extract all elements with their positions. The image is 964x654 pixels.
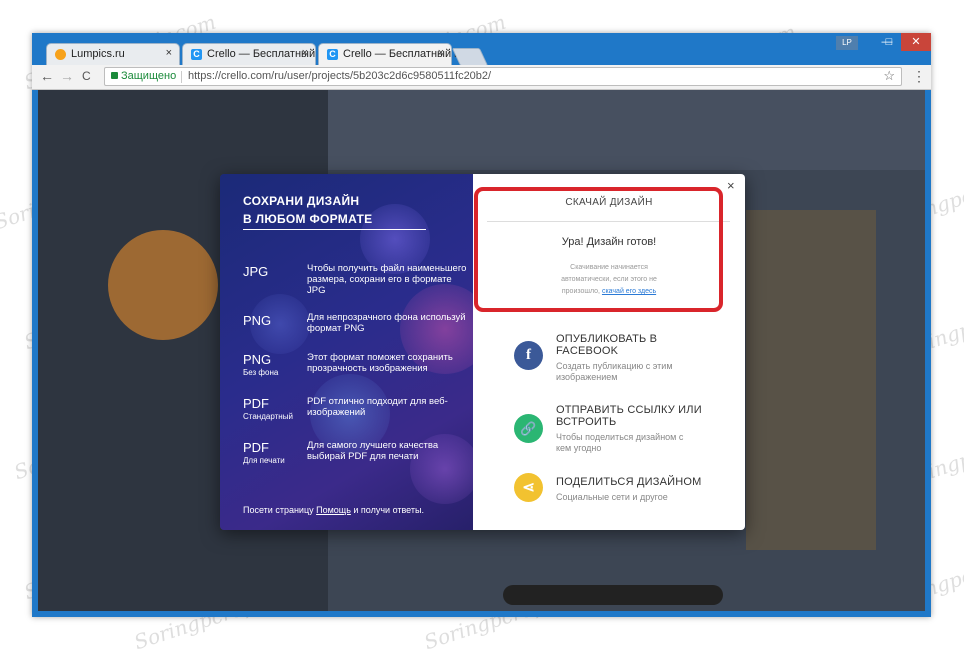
- format-subtitle: Стандартный: [243, 412, 293, 421]
- highlight-frame: [474, 187, 723, 312]
- heading-line: В ЛЮБОМ ФОРМАТЕ: [243, 212, 373, 226]
- share-design-button[interactable]: ПОДЕЛИТЬСЯ ДИЗАЙНОМ: [556, 476, 701, 488]
- subtitle-line: Создать публикацию с этим: [556, 361, 673, 371]
- editor-header: [328, 90, 925, 170]
- format-name: PNG: [243, 352, 272, 367]
- tab-strip: Lumpics.ru × C Crello — Бесплатный ин × …: [32, 33, 931, 66]
- format-description: Для непрозрачного фона используй формат …: [307, 312, 466, 334]
- format-name: PDF: [243, 440, 269, 455]
- format-description: Для самого лучшего качества выбирай PDF …: [307, 440, 439, 462]
- share-icon[interactable]: ⋖: [514, 473, 543, 502]
- action-title-line: ПОДЕЛИТЬСЯ ДИЗАЙНОМ: [556, 476, 702, 488]
- lock-icon: [111, 72, 118, 79]
- new-tab-button[interactable]: [451, 48, 489, 66]
- footer-text: и получи ответы.: [350, 505, 424, 515]
- subtitle-line: Чтобы поделиться дизайном с: [556, 432, 684, 442]
- format-png[interactable]: PNG: [243, 313, 271, 328]
- tab-lumpics[interactable]: Lumpics.ru ×: [46, 43, 180, 65]
- lumpics-favicon-icon: [55, 49, 66, 60]
- background-image: [746, 210, 876, 550]
- tab-crello-2[interactable]: C Crello — Бесплатный ин ×: [318, 43, 461, 65]
- heading-underline: [243, 229, 426, 230]
- format-subtitle: Без фона: [243, 368, 279, 377]
- format-subtitle: Для печати: [243, 456, 285, 465]
- url-text[interactable]: https://crello.com/ru/user/projects/5b20…: [188, 70, 491, 82]
- action-subtitle: Социальные сети и другое: [556, 492, 668, 503]
- tab-close-icon[interactable]: ×: [302, 47, 308, 59]
- crello-favicon-icon: C: [191, 49, 202, 60]
- tab-close-icon[interactable]: ×: [166, 47, 172, 59]
- crello-favicon-icon: C: [327, 49, 338, 60]
- window-close-icon[interactable]: ✕: [901, 33, 931, 51]
- format-png-transparent[interactable]: PNG Без фона: [243, 352, 278, 377]
- footer-text: Посети страницу: [243, 505, 317, 515]
- format-name: JPG: [243, 264, 269, 279]
- action-title-line: ОПУБЛИКОВАТЬ В: [556, 333, 658, 345]
- format-pdf-print[interactable]: PDF Для печати: [243, 440, 285, 465]
- divider: [181, 71, 182, 83]
- help-footer: Посети страницу Помощь и получи ответы.: [243, 505, 424, 515]
- publish-facebook-button[interactable]: ОПУБЛИКОВАТЬ В FACEBOOK: [556, 333, 657, 357]
- browser-toolbar: ← → C Защищено https://crello.com/ru/use…: [32, 65, 931, 90]
- subtitle-line: Социальные сети и другое: [556, 492, 668, 502]
- send-link-button[interactable]: ОТПРАВИТЬ ССЫЛКУ ИЛИ ВСТРОИТЬ: [556, 404, 702, 428]
- format-jpg[interactable]: JPG: [243, 264, 268, 279]
- heading-line: СОХРАНИ ДИЗАЙН: [243, 194, 360, 208]
- back-arrow-icon[interactable]: ←: [40, 68, 54, 84]
- format-description: PDF отлично подходит для веб-изображений: [307, 396, 448, 418]
- link-icon[interactable]: 🔗: [514, 414, 543, 443]
- secure-label: Защищено: [121, 70, 177, 82]
- profile-badge[interactable]: LP: [836, 36, 858, 50]
- format-description: Чтобы получить файл наименьшего размера,…: [307, 263, 467, 296]
- action-title-line: ОТПРАВИТЬ ССЫЛКУ ИЛИ: [556, 404, 702, 416]
- subtitle-line: изображением: [556, 372, 618, 382]
- reload-icon[interactable]: C: [82, 69, 91, 83]
- formats-heading: СОХРАНИ ДИЗАЙН В ЛЮБОМ ФОРМАТЕ: [243, 192, 372, 228]
- format-description: Этот формат поможет сохранить прозрачнос…: [307, 352, 453, 374]
- action-title-line: FACEBOOK: [556, 345, 619, 357]
- subtitle-line: кем угодно: [556, 443, 602, 453]
- tab-crello-1[interactable]: C Crello — Бесплатный ин ×: [182, 43, 325, 65]
- facebook-icon[interactable]: f: [514, 341, 543, 370]
- action-subtitle: Создать публикацию с этим изображением: [556, 361, 673, 383]
- format-name: PNG: [243, 313, 272, 328]
- background-graphic: [108, 230, 218, 340]
- action-title-line: ВСТРОИТЬ: [556, 416, 617, 428]
- background-bar: [503, 585, 723, 605]
- address-bar[interactable]: Защищено https://crello.com/ru/user/proj…: [104, 67, 902, 86]
- modal-close-icon[interactable]: ×: [727, 178, 735, 193]
- action-subtitle: Чтобы поделиться дизайном с кем угодно: [556, 432, 683, 454]
- format-pdf-standard[interactable]: PDF Стандартный: [243, 396, 293, 421]
- browser-menu-icon[interactable]: ⋮: [912, 68, 926, 85]
- maximize-icon[interactable]: □: [878, 33, 900, 51]
- help-link[interactable]: Помощь: [316, 505, 351, 515]
- formats-panel: СОХРАНИ ДИЗАЙН В ЛЮБОМ ФОРМАТЕ JPG Чтобы…: [220, 174, 473, 530]
- tab-close-icon[interactable]: ×: [438, 47, 444, 59]
- format-name: PDF: [243, 396, 269, 411]
- bookmark-star-icon[interactable]: ☆: [883, 68, 895, 84]
- forward-arrow-icon[interactable]: →: [60, 68, 74, 84]
